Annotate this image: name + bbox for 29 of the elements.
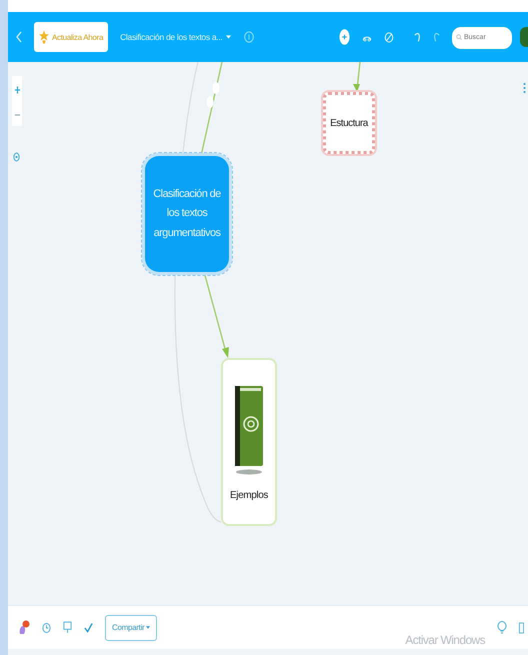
document-title-dropdown[interactable]: Clasificación de los textos a... [120, 32, 232, 42]
book-icon [233, 384, 265, 476]
upgrade-button[interactable]: Actualiza Ahora [34, 22, 108, 52]
connector-arrow [353, 62, 361, 92]
image-topic-node[interactable]: Ejemplos [221, 358, 277, 526]
check-icon[interactable] [84, 622, 93, 634]
redo-icon[interactable] [433, 31, 440, 43]
presentation-icon[interactable] [63, 621, 72, 634]
zoom-in-icon[interactable] [14, 85, 20, 95]
avatar[interactable] [520, 27, 528, 47]
lightbulb-icon[interactable] [497, 620, 507, 634]
back-icon[interactable] [16, 31, 22, 43]
clock-icon[interactable] [42, 622, 51, 634]
star-icon [39, 30, 49, 44]
share-button[interactable]: Compartir [105, 614, 158, 640]
search-icon [456, 34, 462, 40]
activation-notice: Activar Windows [405, 633, 485, 647]
caret-icon [226, 35, 232, 39]
topic-node[interactable]: Estuctura [323, 92, 375, 154]
node-label: Ejemplos [230, 490, 268, 500]
add-icon[interactable] [339, 28, 350, 46]
caret-icon [146, 626, 150, 629]
recenter-icon[interactable] [13, 151, 20, 163]
zoom-out-icon[interactable] [14, 113, 20, 117]
more-icon[interactable] [523, 82, 526, 94]
central-topic-node[interactable]: Clasificación de los textos argumentativos [145, 156, 229, 272]
blocked-icon[interactable] [384, 30, 394, 44]
undo-icon[interactable] [414, 31, 421, 43]
info-icon[interactable] [243, 30, 256, 44]
